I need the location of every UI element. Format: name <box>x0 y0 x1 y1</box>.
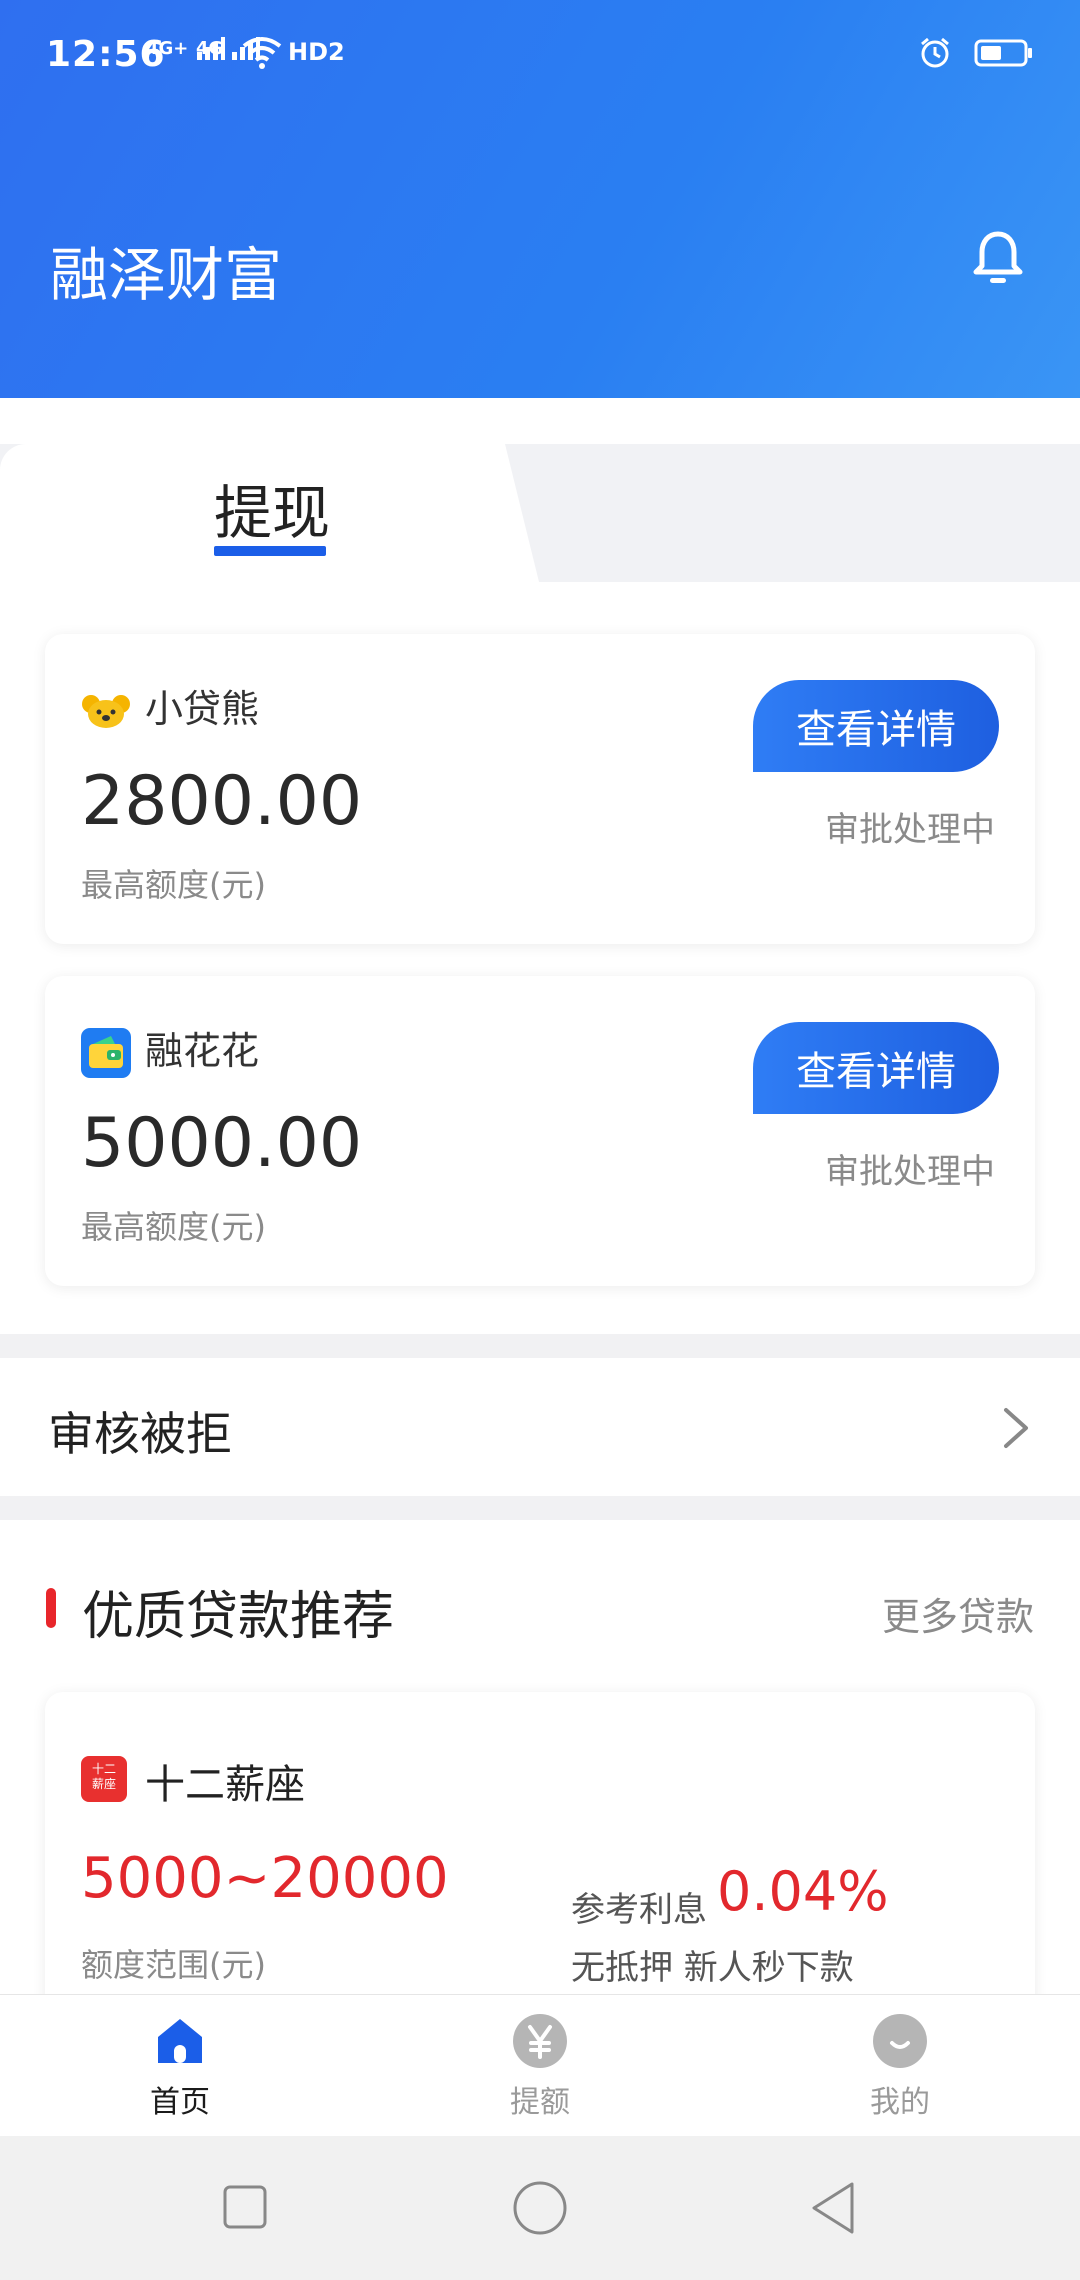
signal-1-label: 4G+ <box>146 38 189 59</box>
nav-label-home: 首页 <box>150 2085 210 2120</box>
smile-icon <box>873 2014 927 2068</box>
loan-name: 小贷熊 <box>145 687 260 731</box>
wallet-icon <box>81 1028 131 1078</box>
chevron-right-icon <box>1004 1408 1028 1448</box>
back-icon[interactable] <box>808 2180 858 2236</box>
loan-card[interactable]: 小贷熊 2800.00 最高额度(元) 查看详情 审批处理中 <box>45 634 1035 944</box>
tab-withdraw-label: 提现 <box>214 479 331 547</box>
home-icon <box>158 2019 202 2063</box>
recent-apps-icon[interactable] <box>222 2184 268 2230</box>
loan-amount: 5000.00 <box>81 1104 363 1183</box>
product-range-label: 额度范围(元) <box>81 1946 266 1984</box>
bell-icon[interactable] <box>966 226 1030 290</box>
product-logo: 十二 薪座 <box>81 1756 127 1802</box>
section-divider <box>0 1496 1080 1520</box>
logo-text-1: 十二 <box>91 1762 116 1776</box>
rejected-row[interactable]: 审核被拒 <box>0 1360 1080 1496</box>
home-button-icon[interactable] <box>512 2180 568 2236</box>
recommend-section: 优质贷款推荐 更多贷款 十二 薪座 十二薪座 5000~20000 额度范围(元… <box>0 1520 1080 1994</box>
signal-2-label: 4G <box>196 38 224 59</box>
wifi-icon <box>240 34 284 75</box>
more-loans-link[interactable]: 更多贷款 <box>882 1586 1034 1641</box>
loan-amount: 2800.00 <box>81 762 363 841</box>
recommend-title: 优质贷款推荐 <box>82 1587 395 1647</box>
view-details-button[interactable]: 查看详情 <box>753 1022 999 1114</box>
loan-status: 审批处理中 <box>825 810 995 850</box>
loan-amount-label: 最高额度(元) <box>81 866 266 904</box>
status-icons-right <box>918 36 1034 70</box>
nav-item-mine[interactable]: 我的 <box>800 2013 1000 2121</box>
yen-icon <box>513 2014 567 2068</box>
product-description: 无抵押 新人秒下款 <box>571 1948 854 1988</box>
hd-badge: HD2 <box>288 38 345 66</box>
nav-item-raise[interactable]: 提额 <box>440 2013 640 2121</box>
rejected-label: 审核被拒 <box>48 1407 232 1461</box>
logo-text-2: 薪座 <box>91 1777 116 1791</box>
app-header: 12:56 4G+ 4G HD2 融泽财富 <box>0 0 1080 398</box>
nav-label-raise: 提额 <box>510 2085 570 2120</box>
section-divider <box>0 1334 1080 1358</box>
system-nav-bar <box>0 2136 1080 2280</box>
view-details-button[interactable]: 查看详情 <box>753 680 999 772</box>
loan-card[interactable]: 融花花 5000.00 最高额度(元) 查看详情 审批处理中 <box>45 976 1035 1286</box>
status-bar: 12:56 4G+ 4G HD2 <box>0 0 1080 110</box>
recommend-card[interactable]: 十二 薪座 十二薪座 5000~20000 额度范围(元) 参考利息 0.04%… <box>45 1692 1035 1994</box>
nav-item-home[interactable]: 首页 <box>80 2013 280 2121</box>
koala-icon <box>82 695 130 728</box>
rate-label: 参考利息 <box>571 1890 707 1930</box>
bottom-nav: 首页 提额 我的 <box>0 1994 1080 2136</box>
rate-value: 0.04% <box>717 1860 889 1923</box>
app-title: 融泽财富 <box>50 241 283 309</box>
product-range: 5000~20000 <box>81 1846 449 1911</box>
battery-icon <box>974 39 1032 67</box>
loan-amount-label: 最高额度(元) <box>81 1208 266 1246</box>
loan-status: 审批处理中 <box>825 1152 995 1192</box>
loan-name: 融花花 <box>145 1029 260 1073</box>
product-name: 十二薪座 <box>145 1762 305 1808</box>
hd-label: HD2 <box>288 38 345 66</box>
section-accent-bar <box>46 1588 56 1628</box>
tab-active-indicator <box>214 546 326 556</box>
nav-label-mine: 我的 <box>870 2085 930 2120</box>
alarm-icon <box>921 37 949 68</box>
